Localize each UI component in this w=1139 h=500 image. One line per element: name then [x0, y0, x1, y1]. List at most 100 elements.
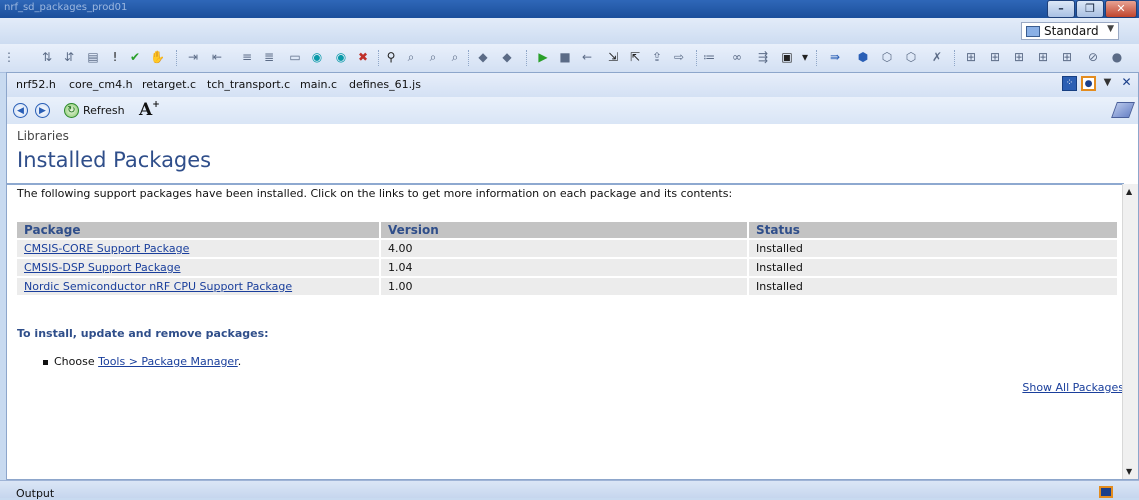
layout-icon[interactable]: ⊞	[988, 50, 1002, 64]
sort-ascending-icon[interactable]: ⇅	[40, 50, 54, 64]
version-cell: 4.00	[381, 240, 747, 257]
package-link[interactable]: CMSIS-DSP Support Package	[24, 261, 181, 274]
window-title: nrf_sd_packages_prod01	[4, 2, 128, 13]
watch-icon[interactable]: ∞	[730, 50, 744, 64]
bookmark-prev-icon[interactable]: ◉	[310, 50, 324, 64]
chevron-down-icon[interactable]: ▼	[1100, 76, 1115, 91]
column-header-package: Package	[17, 222, 379, 238]
back-button[interactable]: ◀	[13, 103, 28, 118]
stop-icon[interactable]: ⊘	[1086, 50, 1100, 64]
refresh-button[interactable]: Refresh	[83, 104, 125, 117]
indent-icon[interactable]: ⇥	[186, 50, 200, 64]
insert-breakpoint-icon[interactable]: ◆	[476, 50, 490, 64]
erase-icon[interactable]: ✗	[930, 50, 944, 64]
toolbar-separator	[954, 50, 956, 66]
find-in-files-icon[interactable]: ⌕	[448, 50, 462, 64]
document-window: nrf52.h core_cm4.h retarget.c tch_transp…	[6, 72, 1139, 480]
step-into-icon[interactable]: ⇲	[606, 50, 620, 64]
tab-file[interactable]: main.c	[300, 78, 337, 91]
hand-icon[interactable]: ✋	[150, 50, 165, 64]
record-icon[interactable]: ●	[1110, 50, 1124, 64]
version-cell: 1.00	[381, 278, 747, 295]
layout-icon[interactable]: ⊞	[1012, 50, 1026, 64]
target-reset-icon[interactable]: ⬡	[904, 50, 918, 64]
minimize-button[interactable]: –	[1047, 0, 1075, 18]
tab-file[interactable]: retarget.c	[142, 78, 196, 91]
forward-button[interactable]: ▶	[35, 103, 50, 118]
step-back-icon[interactable]: ←	[580, 50, 594, 64]
memory-view-icon[interactable]: ▣	[780, 50, 794, 64]
command-bar: Standard ▼	[0, 18, 1139, 44]
layout-icon[interactable]: ⊞	[1036, 50, 1050, 64]
bullet-suffix: .	[237, 355, 242, 368]
bookmark-icon[interactable]: ▭	[288, 50, 302, 64]
toolbar-separator	[176, 50, 178, 66]
debug-toolbar: ⋮ ⇅ ⇵ ▤ ! ✔ ✋ ⇥ ⇤ ≡ ≣ ▭ ◉ ◉ ✖ ⚲ ⌕ ⌕ ⌕ ◆ …	[0, 44, 1139, 73]
close-window-button[interactable]: ✕	[1105, 0, 1137, 18]
title-divider	[7, 183, 1124, 185]
close-icon[interactable]: ✕	[1119, 76, 1134, 91]
uncomment-icon[interactable]: ≣	[262, 50, 276, 64]
file-tabs: nrf52.h core_cm4.h retarget.c tch_transp…	[7, 73, 1138, 98]
monitor-icon	[1026, 26, 1040, 37]
registers-icon[interactable]: ≔	[702, 50, 716, 64]
package-link[interactable]: Nordic Semiconductor nRF CPU Support Pac…	[24, 280, 292, 293]
outdent-icon[interactable]: ⇤	[210, 50, 224, 64]
binoculars-icon[interactable]: ⚲	[384, 50, 398, 64]
tab-file[interactable]: tch_transport.c	[207, 78, 290, 91]
exclamation-icon[interactable]: !	[108, 50, 122, 64]
restore-button[interactable]: ❐	[1076, 0, 1104, 18]
grid-view-icon[interactable]: ⁘	[1062, 76, 1077, 91]
find-prev-icon[interactable]: ⌕	[404, 50, 418, 64]
run-to-cursor-icon[interactable]: ⇨	[672, 50, 686, 64]
package-cell: CMSIS-DSP Support Package	[17, 259, 379, 276]
bullet-icon	[43, 359, 48, 365]
package-link[interactable]: CMSIS-CORE Support Package	[24, 242, 189, 255]
tab-file[interactable]: nrf52.h	[16, 78, 56, 91]
toggle-breakpoint-icon[interactable]: ◆	[500, 50, 514, 64]
toolbar-separator	[696, 50, 698, 66]
chevron-down-icon[interactable]: ▾	[798, 50, 812, 64]
layout-icon[interactable]: ⊞	[964, 50, 978, 64]
find-next-icon[interactable]: ⌕	[426, 50, 440, 64]
package-cell: CMSIS-CORE Support Package	[17, 240, 379, 257]
target-disconnect-icon[interactable]: ⬡	[880, 50, 894, 64]
bookmark-next-icon[interactable]: ◉	[334, 50, 348, 64]
active-view-icon[interactable]: ●	[1081, 76, 1096, 91]
package-manager-link[interactable]: Tools > Package Manager	[98, 355, 238, 368]
check-icon[interactable]: ✔	[128, 50, 142, 64]
package-cell: Nordic Semiconductor nRF CPU Support Pac…	[17, 278, 379, 295]
memory-icon[interactable]: ▤	[86, 50, 100, 64]
configuration-combo[interactable]: Standard ▼	[1021, 22, 1119, 40]
comment-icon[interactable]: ≡	[240, 50, 254, 64]
column-header-status: Status	[749, 222, 1117, 238]
stop-debug-icon[interactable]: ■	[558, 50, 572, 64]
layout-icon[interactable]: ⊞	[1060, 50, 1074, 64]
table-header-row: Package Version Status	[17, 222, 1117, 238]
close-icon[interactable]	[1099, 486, 1113, 498]
tab-file[interactable]: defines_61.js	[349, 78, 421, 91]
step-over-icon[interactable]: ⇱	[628, 50, 642, 64]
status-cell: Installed	[749, 240, 1117, 257]
tab-file[interactable]: core_cm4.h	[69, 78, 133, 91]
scroll-down-icon[interactable]: ▼	[1126, 467, 1132, 476]
call-stack-icon[interactable]: ⇶	[756, 50, 770, 64]
target-connect-icon[interactable]: ⬢	[856, 50, 870, 64]
book-icon[interactable]	[1111, 102, 1135, 118]
start-debug-icon[interactable]: ▶	[536, 50, 550, 64]
step-out-icon[interactable]: ⇪	[650, 50, 664, 64]
table-row: CMSIS-CORE Support Package 4.00 Installe…	[17, 240, 1117, 257]
window-titlebar: nrf_sd_packages_prod01 – ❐ ✕	[0, 0, 1139, 18]
version-cell: 1.04	[381, 259, 747, 276]
download-icon[interactable]: ⇛	[828, 50, 842, 64]
tab-actions: ⁘ ● ▼ ✕	[1062, 76, 1134, 91]
show-all-packages-link[interactable]: Show All Packages	[1022, 381, 1124, 394]
font-size-icon[interactable]: A+	[139, 100, 160, 120]
bookmark-clear-icon[interactable]: ✖	[356, 50, 370, 64]
page-title: Installed Packages	[17, 148, 212, 172]
sort-descending-icon[interactable]: ⇵	[62, 50, 76, 64]
chevron-down-icon: ▼	[1107, 24, 1114, 34]
scroll-up-icon[interactable]: ▲	[1126, 187, 1132, 196]
vertical-scrollbar[interactable]: ▲ ▼	[1122, 184, 1138, 479]
refresh-icon[interactable]: ↻	[64, 103, 79, 118]
